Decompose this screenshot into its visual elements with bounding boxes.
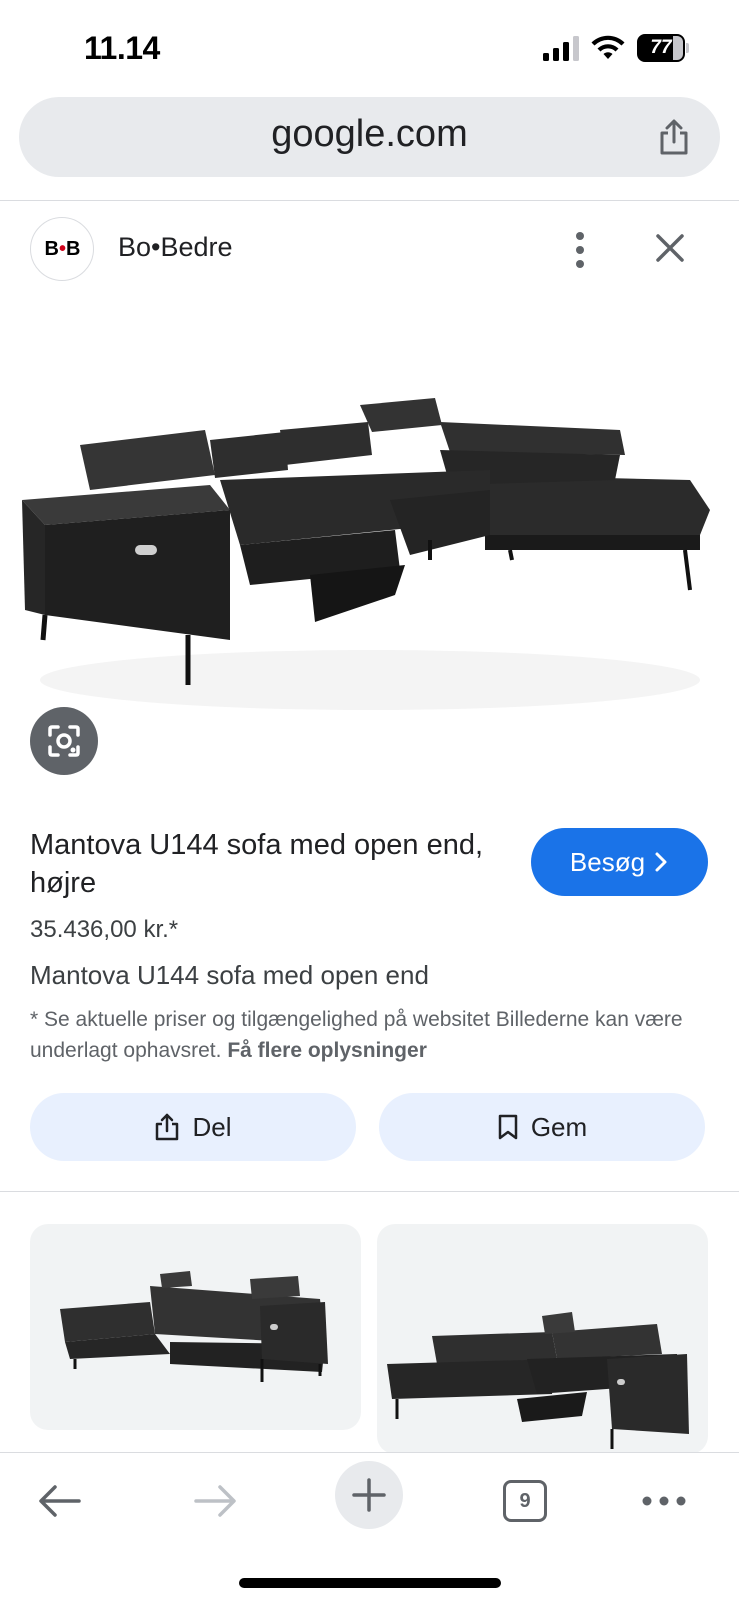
status-bar: 11.14 77 [0, 0, 739, 96]
product-title: Mantova U144 sofa med open end, højre [30, 829, 484, 899]
divider [0, 200, 739, 201]
more-horiz-icon [642, 1496, 686, 1506]
wifi-icon [591, 35, 625, 59]
share-label: Del [192, 1111, 232, 1142]
product-subtitle: Mantova U144 sofa med open end [30, 960, 429, 990]
bookmark-icon [498, 1114, 518, 1140]
more-menu-button[interactable] [634, 1471, 694, 1531]
related-result-card[interactable] [30, 1224, 361, 1430]
arrow-back-icon [39, 1485, 81, 1517]
home-indicator [239, 1578, 501, 1588]
back-button[interactable] [30, 1471, 90, 1531]
disclaimer: * Se aktuelle priser og tilgængelighed p… [30, 1004, 710, 1066]
share-icon[interactable] [654, 117, 694, 157]
chevron-right-icon [655, 852, 667, 872]
new-tab-button[interactable] [335, 1461, 403, 1529]
more-vert-icon[interactable] [562, 228, 598, 272]
share-button[interactable]: Del [30, 1093, 356, 1161]
product-price: 35.436,00 kr.* [30, 916, 179, 943]
lens-icon [48, 725, 80, 757]
battery-icon: 77 [637, 34, 689, 62]
status-icons: 77 [543, 34, 689, 62]
status-time: 11.14 [84, 30, 160, 66]
related-product-image [387, 1312, 689, 1449]
lens-button[interactable] [30, 707, 98, 775]
visit-label: Besøg [569, 846, 646, 877]
close-icon[interactable] [650, 228, 690, 268]
address-bar[interactable]: google.com [19, 97, 720, 177]
divider [0, 1191, 739, 1192]
tab-switcher-button[interactable]: 9 [495, 1471, 555, 1531]
related-product-image [60, 1271, 328, 1382]
tab-count: 9 [503, 1480, 547, 1522]
arrow-forward-icon [194, 1485, 236, 1517]
save-button[interactable]: Gem [379, 1093, 705, 1161]
save-label: Gem [530, 1111, 588, 1142]
more-info-link[interactable]: Få flere oplysninger [227, 1039, 427, 1062]
visit-button[interactable]: Besøg [531, 828, 708, 896]
site-name[interactable]: Bo•Bedre [118, 232, 233, 263]
product-image[interactable] [10, 360, 729, 730]
cellular-signal-icon [543, 36, 579, 61]
url-text[interactable]: google.com [19, 113, 720, 156]
site-logo[interactable]: B • B [30, 217, 94, 281]
share-icon [156, 1113, 179, 1141]
battery-level: 77 [650, 37, 672, 58]
related-result-card[interactable] [377, 1224, 708, 1454]
forward-button[interactable] [185, 1471, 245, 1531]
plus-icon [352, 1478, 386, 1512]
